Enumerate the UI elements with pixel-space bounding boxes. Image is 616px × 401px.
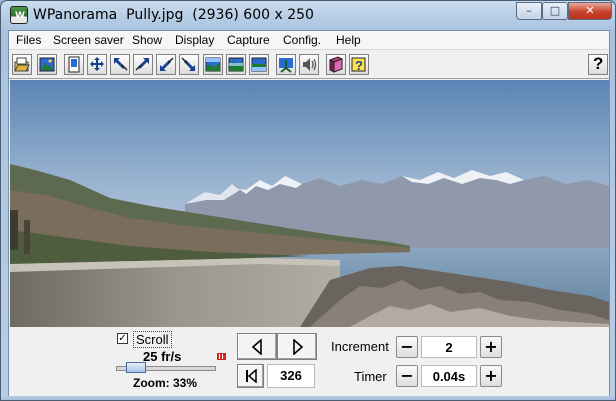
zoom-out-bottomright-icon[interactable] [179,54,199,75]
scroll-left-button[interactable] [237,333,277,360]
speed-readout: 25 fr/s [143,349,182,364]
svg-text:?: ? [355,58,363,73]
zoom-out-topleft-icon[interactable] [110,54,130,75]
increment-label: Increment [331,339,389,354]
timer-label: Timer [354,369,387,384]
help-topics-icon[interactable]: ? [349,54,369,75]
maximize-button[interactable]: □ [542,2,568,20]
zoom-slider-thumb[interactable] [126,362,146,373]
menu-config[interactable]: Config. [283,33,321,47]
scroll-right-button[interactable] [277,333,317,360]
window-bottom-border [1,396,615,400]
position-value: 326 [267,364,315,388]
zoom-in-topright-icon[interactable] [133,54,153,75]
increment-value[interactable]: 2 [421,336,477,358]
book-icon[interactable] [326,54,346,75]
record-icon[interactable] [217,352,226,361]
close-button[interactable]: ✕ [568,2,612,20]
window-title: WPanorama Pully.jpg (2936) 600 x 250 [33,7,314,23]
menu-screen-saver[interactable]: Screen saver [53,33,124,47]
tripod-icon[interactable] [276,54,296,75]
timer-decrease-button[interactable]: − [396,365,418,387]
context-help-button[interactable]: ? [588,54,608,75]
increment-decrease-button[interactable]: − [396,336,418,358]
open-file-icon[interactable] [12,54,32,75]
control-panel: ✓ Scroll 25 fr/s Zoom: 33% 326 Increment… [9,328,609,396]
toolbar: ? ? [9,51,609,79]
panorama-top-icon[interactable] [203,54,223,75]
scroll-label[interactable]: Scroll [133,331,172,348]
zoom-in-bottomleft-icon[interactable] [156,54,176,75]
panorama-viewport[interactable] [10,80,609,327]
checkbox-check-mark: ✓ [118,333,127,344]
menu-files[interactable]: Files [16,33,41,47]
go-to-start-button[interactable] [237,364,264,388]
panorama-image [10,80,609,327]
app-window: W WPanorama Pully.jpg (2936) 600 x 250 –… [0,0,616,401]
arrow-left-icon [251,339,262,355]
zoom-readout: Zoom: 33% [133,376,198,390]
skip-start-icon [246,369,257,383]
sound-icon[interactable] [299,54,319,75]
title-bar[interactable]: W WPanorama Pully.jpg (2936) 600 x 250 –… [1,1,615,30]
timer-increase-button[interactable]: + [480,365,502,387]
wpanorama-app-icon[interactable]: W [10,6,28,24]
scroll-checkbox[interactable]: ✓ [117,333,128,344]
image-icon[interactable] [37,54,57,75]
menu-bar: Files Screen saver Show Display Capture … [9,31,609,50]
help-question-icon: ? [593,54,604,73]
menu-help[interactable]: Help [336,33,361,47]
minimize-button[interactable]: – [516,2,542,20]
move-icon[interactable] [87,54,107,75]
app-icon-letter: W [15,11,25,21]
fit-page-icon[interactable] [64,54,84,75]
menu-capture[interactable]: Capture [227,33,270,47]
arrow-right-icon [293,339,304,355]
panorama-middle-icon[interactable] [226,54,246,75]
timer-value[interactable]: 0.04s [421,365,477,387]
client-area: Files Screen saver Show Display Capture … [8,30,610,396]
menu-show[interactable]: Show [132,33,162,47]
panorama-bottom-icon[interactable] [249,54,269,75]
menu-display[interactable]: Display [175,33,214,47]
increment-increase-button[interactable]: + [480,336,502,358]
